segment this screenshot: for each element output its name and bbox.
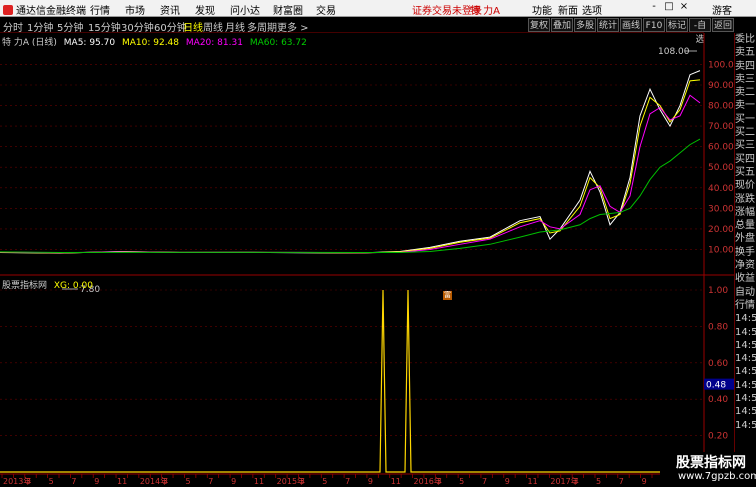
side-item: 14:5 (735, 393, 756, 405)
side-item: 外盘 (735, 233, 755, 245)
y-tick-label: 80.00 (708, 102, 734, 112)
side-item: 委比 (735, 34, 755, 45)
indicator-highlight-label: 0.48 (706, 381, 726, 391)
x-tick-label: 7 (482, 477, 487, 486)
indicator-y-tick: 0.80 (708, 322, 728, 332)
side-item: 现价 (735, 180, 755, 192)
side-item: 卖一 (735, 100, 755, 112)
y-tick-label: 20.00 (708, 225, 734, 235)
side-item: 14:5 (735, 313, 756, 325)
y-tick-label: 10.00 (708, 245, 734, 255)
indicator-y-tick: 0.60 (708, 359, 728, 369)
x-tick-label: 11 (528, 477, 538, 486)
high-price-label: 108.00 (658, 47, 690, 57)
x-tick-label: 9 (231, 477, 236, 486)
indicator-legend: 股票指标网 XG: 0.00 (2, 278, 93, 291)
x-tick-label: 9 (94, 477, 99, 486)
side-item: 卖二 (735, 87, 755, 99)
side-item: 14:5 (735, 366, 756, 378)
series-ma60-line (0, 138, 701, 254)
series-ma5-line (0, 70, 701, 254)
x-tick-label: 5 (49, 477, 54, 486)
x-tick-label: 9 (642, 477, 647, 486)
side-item: 净资 (735, 260, 755, 272)
x-tick-label: 3 (299, 477, 304, 486)
side-item: 14:5 (735, 326, 756, 338)
y-tick-label: 90.00 (708, 81, 734, 91)
side-item: 买五 (735, 166, 755, 178)
event-marker[interactable]: 富 (443, 291, 452, 300)
y-tick-label: 30.00 (708, 204, 734, 214)
side-item: 买三 (735, 140, 755, 152)
side-item: 14:5 (735, 379, 756, 391)
x-tick-label: 3 (436, 477, 441, 486)
quote-side-panel: 委比卖五 卖四 卖三卖二 卖一 买一买二 买三 买四 买五现价 涨跌 涨幅总量 外盘 换手净资 收益 自动… (734, 33, 756, 475)
x-tick-label: 7 (345, 477, 350, 486)
x-tick-label: 11 (391, 477, 401, 486)
series-xg-line (0, 289, 700, 473)
x-tick-label: 3 (26, 477, 31, 486)
side-item: 买四 (735, 153, 755, 165)
watermark-url: www.7gpzb.com (678, 471, 756, 482)
x-tick-label: 9 (505, 477, 510, 486)
side-item: 14:5 (735, 339, 756, 351)
indicator-name: 股票指标网 (2, 281, 48, 291)
side-item: 收益 (735, 273, 755, 285)
side-item: 行情 (735, 299, 755, 311)
x-tick-label: 5 (596, 477, 601, 486)
side-item: 总量 (735, 220, 755, 232)
indicator-y-tick: 1.00 (708, 286, 728, 296)
x-tick-label: 5 (322, 477, 327, 486)
indicator-value: XG: 0.00 (53, 281, 93, 291)
x-tick-label: 9 (368, 477, 373, 486)
y-tick-label: 40.00 (708, 184, 734, 194)
y-tick-label: 60.00 (708, 143, 734, 153)
side-item: 涨幅 (735, 206, 755, 218)
side-item: 14:5 (735, 353, 756, 365)
x-tick-label: 11 (254, 477, 264, 486)
x-tick-label: 5 (185, 477, 190, 486)
side-item: 14:5 (735, 419, 756, 431)
side-item: 自动 (735, 286, 755, 298)
watermark-title: 股票指标网 (676, 455, 746, 471)
side-item: 涨跌 (735, 193, 755, 205)
indicator-y-tick: 0.20 (708, 432, 728, 442)
indicator-y-tick: 0.40 (708, 395, 728, 405)
side-item: 换手 (735, 246, 755, 258)
side-item: 卖四 (735, 60, 755, 72)
y-tick-label: 50.00 (708, 163, 734, 173)
x-tick-label: 3 (573, 477, 578, 486)
x-tick-label: 3 (163, 477, 168, 486)
side-item: 14:5 (735, 406, 756, 418)
x-tick-label: 11 (117, 477, 127, 486)
x-tick-label: 7 (208, 477, 213, 486)
y-tick-label: 70.00 (708, 122, 734, 132)
x-tick-label: 7 (71, 477, 76, 486)
side-item: 卖三 (735, 73, 755, 85)
kline-chart[interactable]: 10.00 20.00 30.00 40.00 50.00 60.00 70.00 80.00… (0, 0, 756, 487)
side-item: 买一 (735, 113, 755, 125)
x-tick-label: 7 (619, 477, 624, 486)
x-tick-label: 5 (459, 477, 464, 486)
side-item: 卖五 (735, 47, 755, 59)
side-item: 买二 (735, 127, 755, 139)
